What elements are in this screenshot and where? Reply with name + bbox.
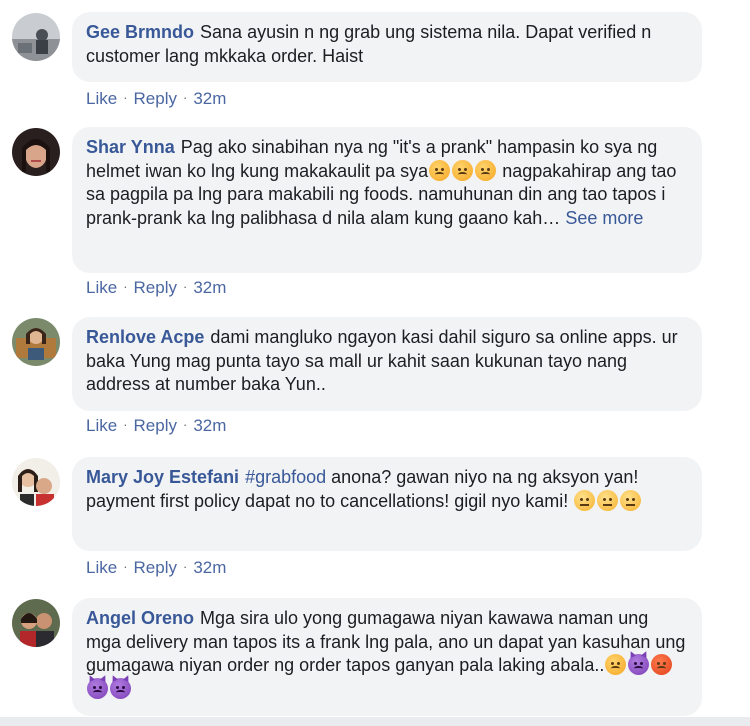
- like-link[interactable]: Like: [86, 89, 117, 108]
- devil-face-icon: [110, 673, 131, 699]
- devil-face-icon: [87, 673, 108, 699]
- comment-actions: Like · Reply · 32m: [86, 278, 227, 297]
- like-link[interactable]: Like: [86, 558, 117, 577]
- reply-link[interactable]: Reply: [134, 558, 177, 577]
- comment-author[interactable]: Renlove Acpe: [86, 327, 204, 347]
- like-link[interactable]: Like: [86, 416, 117, 435]
- timestamp[interactable]: 32m: [193, 278, 226, 297]
- timestamp[interactable]: 32m: [193, 558, 226, 577]
- comment-bubble: Gee Brmndo Sana ayusin n ng grab ung sist…: [72, 12, 702, 82]
- like-link[interactable]: Like: [86, 278, 117, 297]
- pouting-face-icon: [475, 159, 497, 181]
- comment-author[interactable]: Mary Joy Estefani: [86, 467, 239, 487]
- comment-author[interactable]: Shar Ynna: [86, 137, 175, 157]
- comment-actions: Like · Reply · 32m: [86, 89, 227, 108]
- see-more-link[interactable]: See more: [565, 208, 643, 228]
- avatar-photo: [12, 128, 60, 176]
- comment-author[interactable]: Gee Brmndo: [86, 22, 194, 42]
- pouting-face-icon: [605, 654, 627, 675]
- comment-bubble: Mary Joy Estefani #grabfood anona? gawan …: [72, 457, 702, 551]
- avatar-photo: [12, 599, 60, 647]
- devil-face-icon: [628, 650, 650, 675]
- avatar[interactable]: [12, 318, 60, 366]
- page-bottom-edge: [0, 717, 750, 726]
- comment-actions: Like · Reply · 32m: [86, 558, 227, 577]
- angry-face-icon: [651, 654, 673, 675]
- avatar[interactable]: [12, 13, 60, 61]
- comment-bubble: Renlove Acpe dami mangluko ngayon kasi da…: [72, 317, 702, 411]
- avatar-photo: [12, 458, 60, 506]
- reply-link[interactable]: Reply: [134, 89, 177, 108]
- avatar-photo: [12, 318, 60, 366]
- avatar-photo: [12, 13, 60, 61]
- avatar[interactable]: [12, 599, 60, 647]
- comment-bubble: Angel Oreno Mga sira ulo yong gumagawa ni…: [72, 598, 702, 716]
- comment-actions: Like · Reply · 32m: [86, 416, 227, 435]
- timestamp[interactable]: 32m: [193, 89, 226, 108]
- comment-bubble: Shar Ynna Pag ako sinabihan nya ng "it's …: [72, 127, 702, 273]
- timestamp[interactable]: 32m: [193, 416, 226, 435]
- unamused-face-icon: [574, 489, 596, 511]
- reply-link[interactable]: Reply: [134, 416, 177, 435]
- unamused-face-icon: [620, 489, 642, 511]
- hashtag-link[interactable]: #grabfood: [245, 467, 326, 487]
- unamused-face-icon: [597, 489, 619, 511]
- comment-author[interactable]: Angel Oreno: [86, 608, 194, 628]
- pouting-face-icon: [429, 159, 451, 181]
- pouting-face-icon: [452, 159, 474, 181]
- reply-link[interactable]: Reply: [134, 278, 177, 297]
- avatar[interactable]: [12, 458, 60, 506]
- avatar[interactable]: [12, 128, 60, 176]
